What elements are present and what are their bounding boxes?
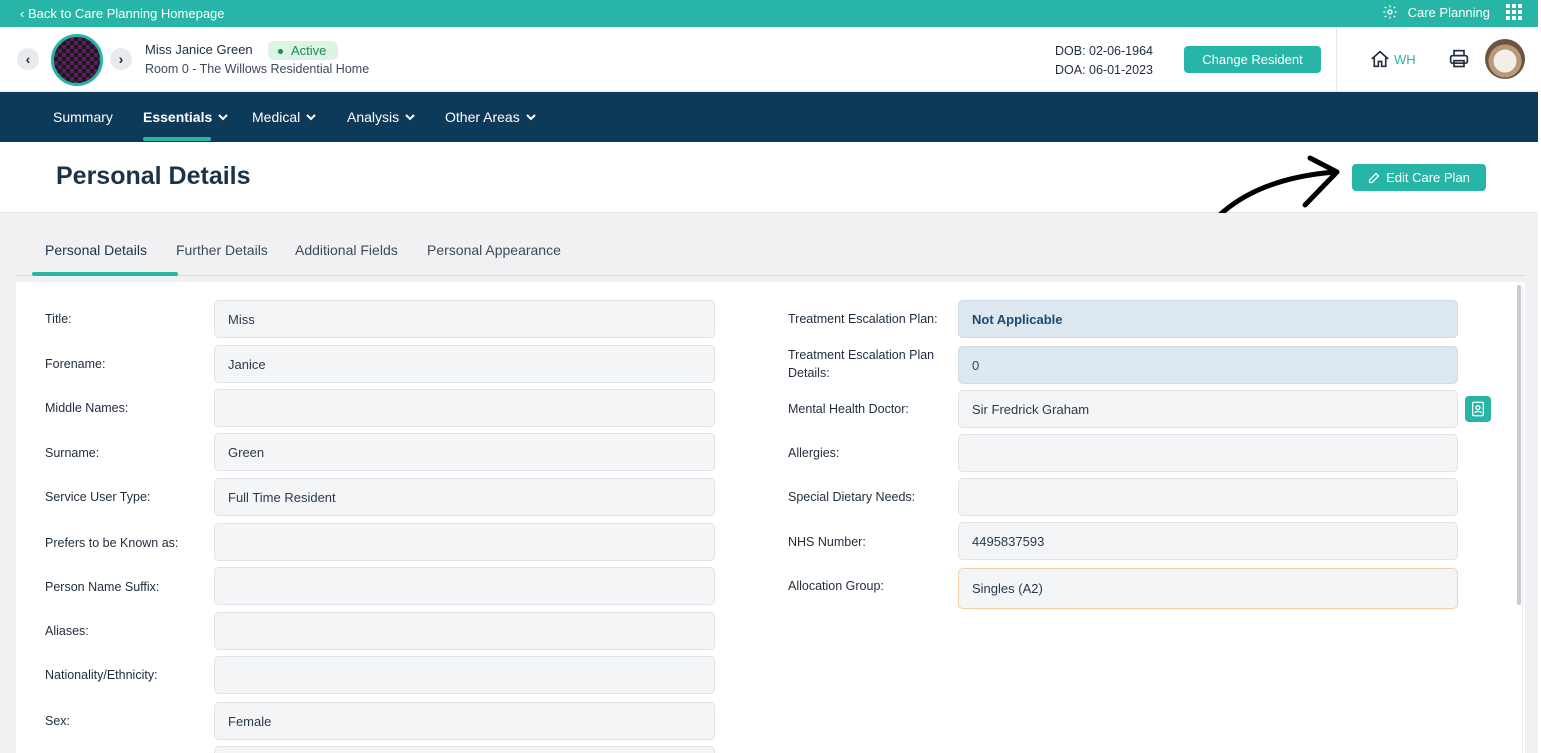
home-icon [1371,50,1389,68]
field-label-mental-health-doctor: Mental Health Doctor: [788,402,909,416]
chevron-down-icon [525,114,536,121]
person-name-suffix-field[interactable] [214,567,715,605]
user-avatar[interactable] [1485,39,1525,79]
home-selector[interactable]: WH [1370,50,1416,68]
divider [1336,27,1337,92]
field-label-person-name-suffix: Person Name Suffix: [45,580,160,594]
field-label-middle-names: Middle Names: [45,401,129,415]
field-label-sex: Sex: [45,714,71,728]
resident-header: ‹ › Miss Janice Green Active Room 0 - Th… [0,27,1538,92]
back-to-homepage-link[interactable]: ‹ Back to Care Planning Homepage [20,6,225,21]
field-label-nhs-number: NHS Number: [788,535,866,549]
field-label-nationality: Nationality/Ethnicity: [45,668,158,682]
page-title: Personal Details [56,162,251,190]
nav-label: Medical [252,109,301,125]
nhs-number-field[interactable]: 4495837593 [958,522,1458,560]
nationality-field[interactable] [214,656,715,694]
service-user-type-field[interactable]: Full Time Resident [214,478,715,516]
nav-label: Other Areas [445,109,520,125]
prefers-known-as-field[interactable] [214,523,715,561]
field-label-special-dietary-needs: Special Dietary Needs: [788,490,916,504]
doa-text: DOA: 06-01-2023 [1055,63,1153,77]
tab-additional-fields[interactable]: Additional Fields [295,242,398,258]
special-dietary-needs-field[interactable] [958,478,1458,516]
tab-personal-appearance[interactable]: Personal Appearance [427,242,561,258]
dob-text: DOB: 02-06-1964 [1055,44,1153,58]
scrollbar-track [1522,285,1523,753]
scrollbar-thumb[interactable] [1517,285,1521,605]
treatment-escalation-plan-details-field[interactable]: 0 [958,346,1458,384]
field-label-allergies: Allergies: [788,446,840,460]
tab-active-indicator [32,272,178,276]
chevron-left-icon: ‹ [25,51,31,67]
nav-active-indicator [143,137,211,141]
field-label-aliases: Aliases: [45,624,89,638]
mental-health-doctor-field[interactable]: Sir Fredrick Graham [958,390,1458,428]
nav-medical[interactable]: Medical [252,109,316,125]
treatment-escalation-plan-value: Not Applicable [972,311,1063,327]
app-switcher: Care Planning [1382,4,1522,20]
nav-analysis[interactable]: Analysis [347,109,415,125]
change-resident-button[interactable]: Change Resident [1184,46,1321,73]
chevron-down-icon [306,114,316,121]
field-label-treatment-escalation-plan-details: Treatment Escalation Plan Details: [788,348,935,380]
nav-label: Analysis [347,109,400,125]
status-text: Active [291,43,327,58]
edit-care-plan-button[interactable]: Edit Care Plan [1352,164,1486,191]
chevron-down-icon [218,114,228,121]
nav-essentials[interactable]: Essentials [143,109,228,125]
next-resident-button[interactable]: › [110,48,132,70]
middle-names-field[interactable] [214,389,715,427]
nav-other-areas[interactable]: Other Areas [445,109,536,125]
title-field[interactable]: Miss [214,300,715,338]
allergies-field[interactable] [958,434,1458,472]
app-label: Care Planning [1407,4,1490,20]
next-field-partial[interactable] [214,746,715,753]
tab-further-details[interactable]: Further Details [176,242,268,258]
pencil-icon [1368,172,1380,183]
forename-field[interactable]: Janice [214,345,715,383]
field-label-service-user-type: Service User Type: [45,490,151,504]
resident-avatar [51,34,103,86]
nav-label: Summary [53,109,113,125]
surname-field[interactable]: Green [214,433,715,471]
status-badge: Active [268,41,339,60]
top-bar: ‹ Back to Care Planning Homepage Care Pl… [0,0,1538,27]
nav-label: Essentials [143,109,213,125]
resident-name: Miss Janice Green [145,42,253,57]
details-tabs: Personal Details Further Details Additio… [16,229,1525,276]
printer-icon[interactable] [1449,49,1469,69]
resident-room: Room 0 - The Willows Residential Home [145,62,370,76]
home-code: WH [1394,51,1416,67]
tab-personal-details[interactable]: Personal Details [45,242,147,258]
treatment-escalation-plan-field[interactable]: Not Applicable [958,300,1458,338]
chevron-right-icon: › [118,51,124,67]
aliases-field[interactable] [214,612,715,650]
contact-card-icon [1472,401,1484,417]
nav-summary[interactable]: Summary [53,109,113,125]
field-label-prefers-known-as: Prefers to be Known as: [45,536,179,550]
field-label-forename: Forename: [45,357,106,371]
gear-icon[interactable] [1382,4,1398,20]
main-nav: Summary Essentials Medical Analysis Othe… [0,92,1538,142]
allocation-group-field[interactable]: Singles (A2) [958,568,1458,609]
resident-dates: DOB: 02-06-1964 DOA: 06-01-2023 [1055,42,1153,80]
field-label-surname: Surname: [45,446,100,460]
edit-care-plan-label: Edit Care Plan [1386,170,1470,185]
previous-resident-button[interactable]: ‹ [17,48,39,70]
chevron-down-icon [405,114,415,121]
field-label-allocation-group: Allocation Group: [788,579,884,593]
field-label-title: Title: [45,312,72,326]
apps-grid-icon[interactable] [1506,4,1522,20]
field-label-treatment-escalation-plan: Treatment Escalation Plan: [788,312,938,326]
sex-field[interactable]: Female [214,702,715,740]
doctor-contact-button[interactable] [1465,396,1491,422]
